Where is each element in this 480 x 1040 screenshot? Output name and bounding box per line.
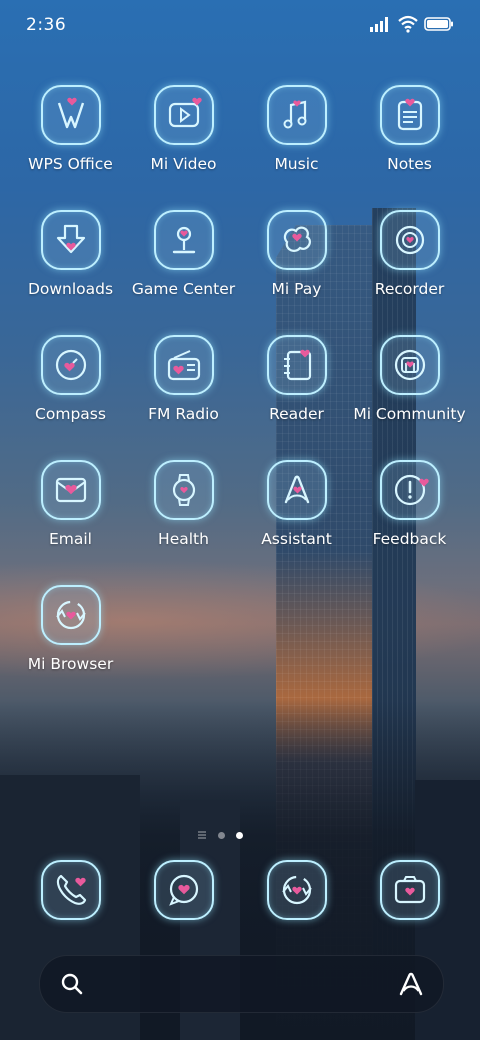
app-label: Health xyxy=(158,530,209,548)
wifi-icon xyxy=(398,15,418,33)
wps-office-icon xyxy=(57,97,84,129)
app-recorder[interactable]: Recorder xyxy=(353,210,466,298)
battery-icon xyxy=(424,17,453,31)
app-mi-browser[interactable]: Mi Browser xyxy=(14,585,127,673)
dock-browser[interactable] xyxy=(240,860,353,920)
app-game-center[interactable]: Game Center xyxy=(127,210,240,298)
search-icon[interactable] xyxy=(60,972,84,996)
envelope-icon xyxy=(55,477,86,503)
app-label: Mi Pay xyxy=(271,280,322,298)
app-label: Mi Video xyxy=(150,155,217,173)
app-label: Assistant xyxy=(261,530,332,548)
app-label: Mi Browser xyxy=(27,655,114,673)
app-compass[interactable]: Compass xyxy=(14,335,127,423)
app-notes[interactable]: Notes xyxy=(353,85,466,173)
app-label: Notes xyxy=(387,155,432,173)
app-mi-video[interactable]: Mi Video xyxy=(127,85,240,173)
app-wps-office[interactable]: WPS Office xyxy=(14,85,127,173)
camera-icon xyxy=(394,876,425,904)
app-email[interactable]: Email xyxy=(14,460,127,548)
exclamation-icon xyxy=(394,474,429,506)
browser-icon xyxy=(55,600,86,630)
page-dot-active[interactable] xyxy=(236,832,243,839)
record-icon xyxy=(395,225,424,255)
menu-lines-icon xyxy=(198,831,206,839)
dock xyxy=(0,860,480,930)
app-label: Game Center xyxy=(131,280,236,298)
book-icon xyxy=(283,349,311,381)
search-bar[interactable] xyxy=(39,955,444,1013)
app-label: Email xyxy=(48,530,92,548)
status-bar: 2:36 xyxy=(0,0,480,50)
page-dot[interactable] xyxy=(218,832,225,839)
joystick-icon xyxy=(172,226,195,254)
assistant-icon xyxy=(284,475,309,504)
app-label: FM Radio xyxy=(148,405,219,423)
app-label: Feedback xyxy=(372,530,447,548)
app-label: Music xyxy=(274,155,319,173)
download-arrow-icon xyxy=(56,224,85,254)
app-label: Mi Community xyxy=(353,405,466,423)
app-label: Reader xyxy=(269,405,324,423)
page-indicator[interactable] xyxy=(198,828,258,842)
app-mi-pay[interactable]: Mi Pay xyxy=(240,210,353,298)
play-icon xyxy=(168,97,202,128)
status-time: 2:36 xyxy=(26,15,67,35)
music-note-icon xyxy=(283,100,306,129)
dock-camera[interactable] xyxy=(353,860,466,920)
dock-phone[interactable] xyxy=(14,860,127,920)
mi-pay-icon xyxy=(283,226,311,252)
app-feedback[interactable]: Feedback xyxy=(353,460,466,548)
app-music[interactable]: Music xyxy=(240,85,353,173)
watch-icon xyxy=(172,474,195,506)
app-label: Downloads xyxy=(27,280,114,298)
app-health[interactable]: Health xyxy=(127,460,240,548)
app-label: Compass xyxy=(35,405,106,423)
radio-icon xyxy=(167,350,200,381)
app-assistant[interactable]: Assistant xyxy=(240,460,353,548)
message-bubble-icon xyxy=(168,874,198,906)
browser-icon xyxy=(281,875,312,905)
app-label: Recorder xyxy=(374,280,445,298)
signal-icon xyxy=(370,17,388,32)
assistant-icon[interactable] xyxy=(397,970,425,998)
compass-icon xyxy=(55,349,86,381)
dock-messages[interactable] xyxy=(127,860,240,920)
community-icon xyxy=(394,349,425,381)
phone-icon xyxy=(56,874,86,905)
notes-icon xyxy=(397,98,422,131)
app-label: WPS Office xyxy=(28,155,113,173)
app-downloads[interactable]: Downloads xyxy=(14,210,127,298)
app-reader[interactable]: Reader xyxy=(240,335,353,423)
app-fm-radio[interactable]: FM Radio xyxy=(127,335,240,423)
app-mi-community[interactable]: Mi Community xyxy=(353,335,466,423)
